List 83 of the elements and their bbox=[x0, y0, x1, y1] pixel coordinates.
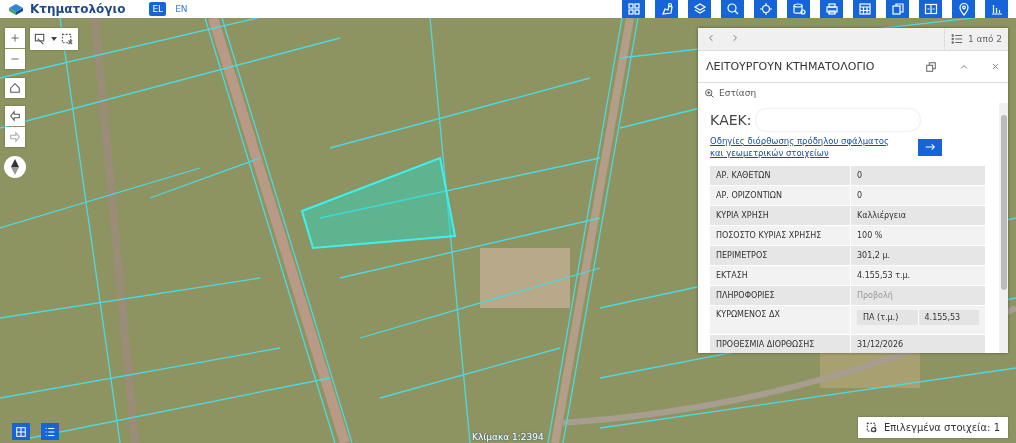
table-cell-text: 4.155,53 bbox=[923, 312, 962, 324]
list-button[interactable] bbox=[41, 423, 59, 440]
table-cell: 0 bbox=[851, 166, 985, 185]
zoom-to-button[interactable]: Εστίαση bbox=[698, 83, 1008, 103]
table-cell: ΑΡ. ΟΡΙΖΟΝΤΙΩΝ bbox=[710, 186, 851, 205]
table-cell: ΠΡΟΘΕΣΜΙΑ ΔΙΟΡΘΩΣΗΣ bbox=[710, 335, 851, 353]
dock-button[interactable] bbox=[925, 60, 937, 73]
zoom-in-icon bbox=[704, 87, 715, 99]
toolbar-button[interactable] bbox=[622, 0, 645, 18]
toolbar-button[interactable] bbox=[886, 0, 909, 18]
close-button[interactable] bbox=[991, 62, 1000, 71]
selected-parcel[interactable] bbox=[300, 156, 457, 250]
map-grid-button[interactable] bbox=[12, 423, 30, 440]
toolbar-button[interactable] bbox=[721, 0, 744, 18]
bar-chart-icon bbox=[989, 2, 1004, 16]
toolbar-button[interactable] bbox=[985, 0, 1008, 18]
grid-icon bbox=[626, 2, 641, 16]
clear-selection-icon bbox=[61, 32, 74, 46]
list-icon bbox=[44, 425, 56, 438]
toolbar-button[interactable] bbox=[754, 0, 777, 18]
select-window-icon bbox=[34, 32, 47, 46]
chevron-right-icon bbox=[730, 32, 740, 43]
table-cell: ΠΑ (τ.μ.) bbox=[857, 310, 919, 325]
table-cell: ΠΕΡΙΜΕΤΡΟΣ bbox=[710, 246, 851, 265]
map-scale: Κλίμακα 1:2394 bbox=[472, 432, 544, 442]
arrow-left-icon bbox=[9, 110, 21, 122]
plus-icon bbox=[10, 33, 20, 43]
table-cell: 31/12/2026 bbox=[851, 335, 985, 353]
language-button[interactable]: EN bbox=[172, 2, 191, 16]
table-cell: 0 bbox=[851, 186, 985, 205]
table-cell: 301,2 μ. bbox=[851, 246, 985, 265]
stacked-pages-icon bbox=[890, 2, 905, 16]
printer-icon bbox=[824, 2, 839, 16]
database-icon bbox=[791, 2, 806, 16]
table-cell: ΑΡ. ΚΑΘΕΤΩΝ bbox=[710, 166, 851, 185]
table-cell: ΠΛΗΡΟΦΟΡΙΕΣ bbox=[710, 286, 851, 305]
crosshair-icon bbox=[758, 2, 773, 16]
home-icon bbox=[9, 82, 21, 94]
instructions-link[interactable]: Οδηγίες διόρθωσης πρόδηλου σφάλματος και γεωμετρικών στοιχείων bbox=[710, 135, 900, 159]
toolbar-button[interactable] bbox=[688, 0, 711, 18]
toolbar-button[interactable] bbox=[655, 0, 678, 18]
layers-icon bbox=[692, 2, 707, 16]
table-cell: ΚΥΡΩΜΕΝΟΣ ΔΧ bbox=[710, 306, 851, 334]
table-cell: ΚΥΡΙΑ ΧΡΗΣΗ bbox=[710, 206, 851, 225]
go-button[interactable] bbox=[918, 138, 942, 156]
compass-icon bbox=[11, 159, 19, 175]
back-button[interactable] bbox=[5, 106, 25, 126]
arrow-right-icon bbox=[924, 141, 936, 153]
caret-icon bbox=[51, 37, 57, 41]
selection-icon bbox=[866, 421, 878, 434]
windows-icon bbox=[925, 60, 937, 73]
table-icon bbox=[857, 2, 872, 16]
site-title[interactable]: Κτηματολόγιο bbox=[30, 2, 126, 16]
split-view-icon bbox=[923, 2, 938, 16]
table-cell: 4.155,53 τ.μ. bbox=[851, 266, 985, 285]
home-button[interactable] bbox=[5, 78, 25, 98]
map-grid-icon bbox=[15, 425, 27, 438]
pager-text: 1 από 2 bbox=[967, 34, 1002, 44]
dropdown-button[interactable] bbox=[51, 37, 57, 41]
toolbar-button[interactable] bbox=[853, 0, 876, 18]
table-cell: ΕΚΤΑΣΗ bbox=[710, 266, 851, 285]
table-cell: 100 % bbox=[851, 226, 985, 245]
toolbar-button[interactable] bbox=[820, 0, 843, 18]
scrollbar[interactable] bbox=[999, 103, 1008, 353]
table-cell: ΠΟΣΟΣΤΟ ΚΥΡΙΑΣ ΧΡΗΣΗΣ bbox=[710, 226, 851, 245]
kaek-label: ΚΑΕΚ: bbox=[710, 112, 752, 128]
location-pin-icon bbox=[956, 2, 971, 16]
toolbar-button[interactable] bbox=[919, 0, 942, 18]
logo-icon bbox=[8, 2, 24, 16]
selected-items-button[interactable]: Επιλεγμένα στοιχεία: 1 bbox=[858, 417, 1008, 438]
select-tool-button[interactable] bbox=[34, 32, 47, 46]
list-icon bbox=[950, 33, 963, 45]
table-cell: Καλλιέργεια bbox=[851, 206, 985, 225]
close-icon bbox=[991, 62, 1000, 71]
arrow-right-icon bbox=[9, 131, 21, 143]
search-icon bbox=[725, 2, 740, 16]
clear-selection-button[interactable] bbox=[61, 32, 74, 46]
toolbar-button[interactable] bbox=[952, 0, 975, 18]
panel-title: ΛΕΙΤΟΥΡΓΟΥΝ ΚΤΗΜΑΤΟΛΟΓΙΟ bbox=[706, 60, 875, 73]
hand-map-icon bbox=[659, 2, 674, 16]
chevron-left-icon bbox=[706, 32, 716, 43]
language-button[interactable]: EL bbox=[149, 2, 167, 16]
toolbar-button[interactable] bbox=[787, 0, 810, 18]
